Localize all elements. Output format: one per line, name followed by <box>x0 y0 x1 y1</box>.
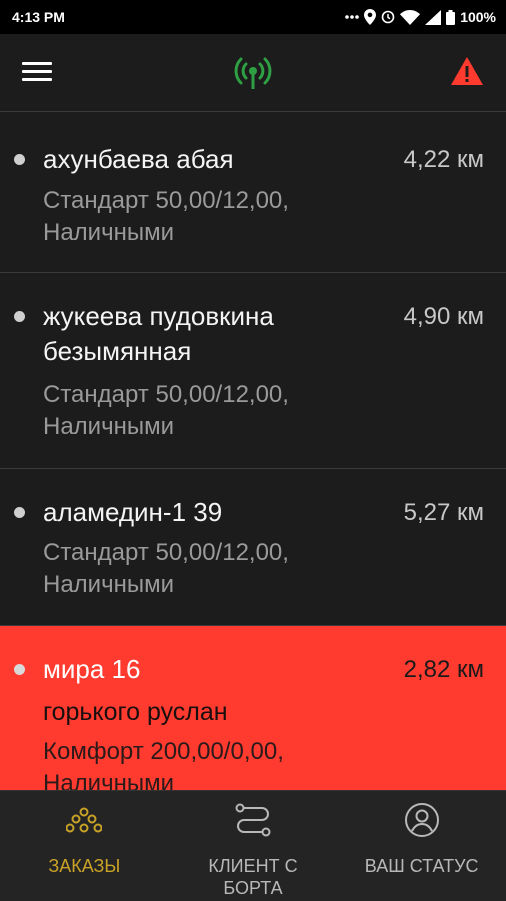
route-icon <box>234 803 272 837</box>
wifi-icon <box>400 9 421 25</box>
order-address: жукеева пудовкина безымянная <box>43 301 274 366</box>
order-item[interactable]: жукеева пудовкина безымянная 4,90 км Ста… <box>0 273 506 469</box>
location-icon <box>364 9 377 25</box>
order-distance: 4,90 км <box>403 303 484 330</box>
broadcast-signal-icon[interactable] <box>234 52 272 97</box>
hamburger-menu-icon[interactable] <box>22 62 56 86</box>
order-distance: 4,22 км <box>403 146 484 173</box>
more-dots-icon <box>345 14 359 20</box>
order-payment: Наличными <box>43 413 175 440</box>
status-icons: 100% <box>345 9 496 25</box>
order-tariff: Стандарт 50,00/12,00, <box>43 381 289 408</box>
tab-label: ВАШ СТАТУС <box>364 856 479 876</box>
order-client: горького руслан <box>43 698 228 726</box>
order-status-dot <box>14 311 25 322</box>
order-payment: Наличными <box>43 571 175 598</box>
battery-icon <box>446 9 456 25</box>
order-payment: Наличными <box>43 770 175 790</box>
user-circle-icon <box>404 803 440 837</box>
order-status-dot <box>14 664 25 675</box>
alarm-icon <box>381 10 395 24</box>
order-tariff: Стандарт 50,00/12,00, <box>43 187 289 214</box>
status-time: 4:13 PM <box>12 9 65 25</box>
order-item[interactable]: ахунбаева абая 4,22 км Стандарт 50,00/12… <box>0 113 506 273</box>
order-tariff: Комфорт 200,00/0,00, <box>43 738 284 765</box>
orders-list[interactable]: ахунбаева абая 4,22 км Стандарт 50,00/12… <box>0 113 506 790</box>
order-distance: 5,27 км <box>403 499 484 526</box>
app-bar <box>0 34 506 112</box>
order-item[interactable]: аламедин-1 39 5,27 км Стандарт 50,00/12,… <box>0 469 506 626</box>
tab-client-onboard[interactable]: КЛИЕНТ С БОРТА <box>169 791 338 901</box>
cell-signal-icon <box>425 9 442 25</box>
tab-label: КЛИЕНТ С БОРТА <box>208 856 298 898</box>
tab-orders[interactable]: ЗАКАЗЫ <box>0 791 169 901</box>
order-address: мира 16 <box>43 654 141 684</box>
bottom-navigation: ЗАКАЗЫ КЛИЕНТ С БОРТА ВАШ СТАТУС <box>0 790 506 901</box>
warning-icon[interactable] <box>450 56 484 91</box>
order-payment: Наличными <box>43 219 175 246</box>
tab-your-status[interactable]: ВАШ СТАТУС <box>337 791 506 901</box>
status-bar: 4:13 PM 100% <box>0 0 506 34</box>
order-address: аламедин-1 39 <box>43 497 223 527</box>
orders-grid-icon <box>66 803 103 837</box>
order-tariff: Стандарт 50,00/12,00, <box>43 539 289 566</box>
order-status-dot <box>14 154 25 165</box>
order-status-dot <box>14 507 25 518</box>
battery-percent: 100% <box>460 9 496 25</box>
order-item-selected[interactable]: мира 16 2,82 км горького руслан Комфорт … <box>0 626 506 790</box>
order-address: ахунбаева абая <box>43 144 234 174</box>
order-distance: 2,82 км <box>403 656 484 683</box>
tab-label: ЗАКАЗЫ <box>48 856 121 876</box>
